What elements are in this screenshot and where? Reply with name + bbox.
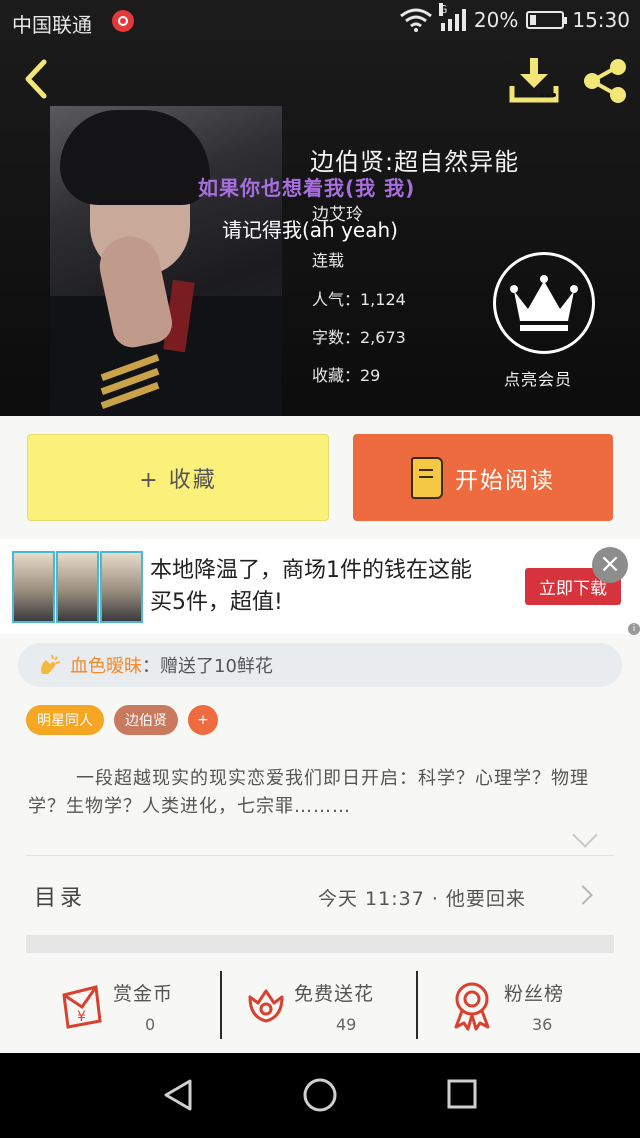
crown-icon	[510, 275, 578, 331]
battery-icon	[526, 11, 568, 29]
divider	[26, 855, 614, 856]
red-envelope-icon: ¥	[62, 985, 102, 1029]
send-flower-button[interactable]: 免费送花 49	[238, 963, 416, 1053]
start-reading-button[interactable]: 开始阅读	[353, 434, 613, 521]
share-icon[interactable]	[580, 56, 630, 106]
overlay-lyric: 请记得我(ah yeah)	[222, 218, 398, 242]
book-popularity: 人气：1,124	[312, 290, 406, 309]
wifi-icon	[399, 8, 432, 32]
back-triangle-icon[interactable]	[160, 1077, 196, 1113]
status-indicators: G 20% 15:30	[399, 3, 630, 32]
vip-crown-button[interactable]	[493, 252, 595, 354]
clock: 15:30	[572, 8, 630, 32]
status-bar: 中国联通 G 20% 15:30	[0, 0, 640, 42]
add-tag-button[interactable]: +	[188, 705, 218, 735]
book-favorites-count: 收藏：29	[312, 366, 381, 385]
reward-coins-value: 0	[145, 1015, 156, 1034]
ad-info-icon[interactable]: i	[628, 623, 640, 635]
signal-icon: G	[438, 3, 466, 31]
ad-thumbnail	[56, 551, 99, 623]
book-description: 一段超越现实的现实恋爱我们即日开启：科学？心理学？物理学？生物学？人类进化，七宗…	[28, 768, 589, 817]
latest-chapter[interactable]: 今天 11:37 · 他要回来	[318, 884, 526, 911]
carrier-name: 中国联通	[12, 13, 92, 37]
medal-icon	[454, 982, 490, 1031]
section-separator	[26, 935, 614, 953]
ad-text-line: 本地降温了，商场1件的钱在这能	[150, 558, 472, 583]
download-icon[interactable]	[508, 56, 560, 104]
start-reading-label: 开始阅读	[455, 467, 555, 494]
flower-count: 49	[336, 1015, 357, 1034]
svg-text:¥: ¥	[77, 1009, 86, 1025]
send-flower-label: 免费送花	[294, 983, 375, 1005]
add-favorite-button[interactable]: + 收藏	[27, 434, 329, 521]
ad-thumbnail	[12, 551, 55, 623]
reward-coins-label: 赏金币	[113, 983, 174, 1005]
ad-text-line: 买5件，超值!	[150, 590, 283, 615]
fan-count: 36	[532, 1015, 553, 1034]
signal-type: G	[438, 3, 448, 16]
book-word-count: 字数：2,673	[312, 328, 406, 347]
flower-icon	[248, 989, 284, 1023]
book-cover-image[interactable]	[50, 106, 282, 416]
flower-clap-icon	[41, 654, 61, 674]
ad-banner[interactable]: 本地降温了，商场1件的钱在这能 买5件，超值! 立即下载 × i	[0, 539, 640, 635]
overlay-lyric: 如果你也想着我(我 我)	[198, 176, 416, 200]
back-button[interactable]	[16, 56, 56, 102]
book-status: 连载	[312, 251, 345, 270]
close-icon[interactable]: ×	[592, 547, 628, 583]
netease-music-icon	[112, 10, 134, 32]
home-circle-icon[interactable]	[302, 1077, 338, 1113]
tag[interactable]: 边伯贤	[114, 705, 178, 735]
book-icon	[411, 456, 443, 499]
gift-notice[interactable]: 血色暧昧 ：赠送了10鲜花	[18, 643, 622, 687]
gift-message: ：赠送了10鲜花	[142, 656, 273, 677]
bottom-stats: ¥ 赏金币 0 免费送花 49 粉丝榜 36	[0, 963, 640, 1053]
fan-ranking-label: 粉丝榜	[504, 983, 565, 1005]
book-header: 边伯贤:超自然异能 边艾玲 连载 人气：1,124 字数：2,673 收藏：29…	[0, 42, 640, 416]
recent-apps-icon[interactable]	[446, 1078, 478, 1110]
chevron-right-icon[interactable]	[573, 885, 593, 905]
ad-thumbnail	[100, 551, 143, 623]
expand-chevron-icon[interactable]	[572, 822, 598, 848]
toc-label[interactable]: 目录	[34, 880, 86, 912]
ad-text: 本地降温了，商场1件的钱在这能 买5件，超值!	[150, 555, 472, 619]
divider	[220, 971, 222, 1039]
tag[interactable]: 明星同人	[26, 705, 104, 735]
fan-ranking-button[interactable]: 粉丝榜 36	[440, 963, 620, 1053]
vip-label[interactable]: 点亮会员	[504, 366, 572, 390]
tag-list: 明星同人 边伯贤 +	[26, 705, 218, 735]
system-navigation-bar	[0, 1053, 640, 1138]
battery-percent: 20%	[473, 8, 519, 32]
gift-sender[interactable]: 血色暧昧	[70, 652, 142, 678]
divider	[416, 971, 418, 1039]
reward-coins-button[interactable]: ¥ 赏金币 0	[40, 963, 220, 1053]
